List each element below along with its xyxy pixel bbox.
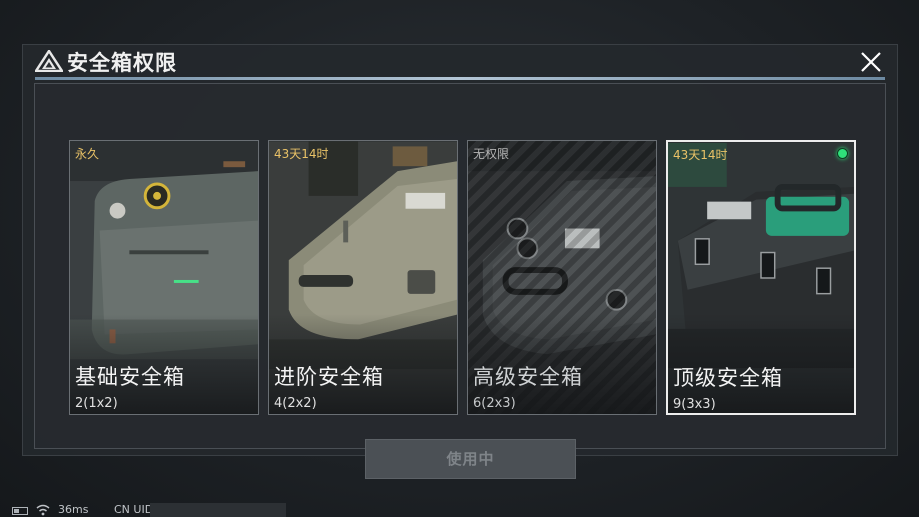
ping-readout: 36ms: [58, 503, 89, 516]
card-title: 高级安全箱: [473, 365, 583, 389]
card-panel: 永久 基础安全箱 2(1x2) 43天14时 进阶安全箱 4(2x2) 无权限 …: [34, 83, 886, 479]
wifi-icon: [36, 504, 50, 516]
card-title: 进阶安全箱: [274, 365, 384, 389]
card-advanced-safe-box[interactable]: 43天14时 进阶安全箱 4(2x2): [268, 140, 458, 415]
card-duration-tag: 无权限: [473, 147, 510, 161]
card-duration-tag: 43天14时: [673, 148, 728, 162]
in-use-button[interactable]: 使用中: [365, 439, 576, 479]
region-uid-label: CN UID: [114, 503, 154, 516]
card-title: 顶级安全箱: [673, 366, 783, 390]
dialog-header: 安全箱权限: [23, 45, 897, 77]
card-capacity: 6(2x3): [473, 396, 516, 411]
safe-box-permission-dialog: 安全箱权限 永久 基础安全箱 2(1x2) 43天14时 进阶安全箱 4(2x2…: [22, 44, 898, 479]
close-icon[interactable]: [859, 50, 883, 74]
card-title: 基础安全箱: [75, 365, 185, 389]
card-capacity: 9(3x3): [673, 397, 716, 412]
card-capacity: 2(1x2): [75, 396, 118, 411]
card-capacity: 4(2x2): [274, 396, 317, 411]
card-duration-tag: 永久: [75, 147, 100, 161]
header-divider: [35, 77, 885, 80]
card-premium-safe-box[interactable]: 无权限 高级安全箱 6(2x3): [467, 140, 657, 415]
uid-redacted-bar: [150, 503, 286, 517]
selected-indicator-dot: [837, 148, 848, 159]
card-duration-tag: 43天14时: [274, 147, 329, 161]
dialog-title: 安全箱权限: [67, 51, 177, 75]
card-top-safe-box[interactable]: 43天14时 顶级安全箱 9(3x3): [666, 140, 856, 415]
triangle-logo-icon: [35, 50, 63, 72]
card-basic-safe-box[interactable]: 永久 基础安全箱 2(1x2): [69, 140, 259, 415]
battery-icon: [12, 507, 28, 515]
